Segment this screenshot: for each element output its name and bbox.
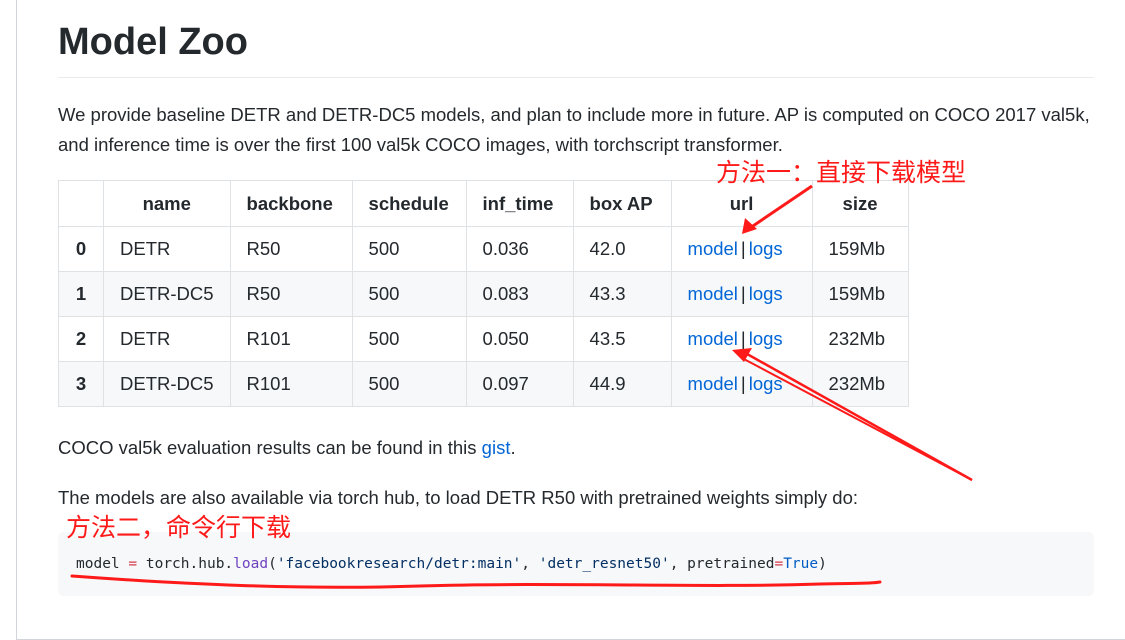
cell-url: model | logs: [670, 316, 813, 362]
link-separator: |: [740, 283, 746, 304]
code-operator: =: [128, 556, 138, 572]
cell-schedule: 500: [351, 271, 467, 317]
code-string-repo: 'facebookresearch/detr:main': [276, 556, 522, 572]
page-title: Model Zoo: [58, 21, 248, 63]
cell-size: 232Mb: [811, 316, 909, 362]
cell-size: 159Mb: [811, 271, 909, 317]
torch-hub-paragraph: The models are also available via torch …: [58, 487, 859, 508]
cell-index: 1: [58, 271, 104, 317]
code-var: model: [76, 556, 120, 572]
eval-text-end: .: [510, 437, 516, 458]
table-row: 3 DETR-DC5 R101 500 0.097 44.9 model | log…: [58, 361, 909, 407]
model-link[interactable]: model: [688, 328, 738, 349]
table-row: 1 DETR-DC5 R50 500 0.083 43.3 model | logs…: [58, 271, 909, 317]
code-bool: True: [783, 556, 819, 572]
table-row: 2 DETR R101 500 0.050 43.5 model | logs 23…: [58, 316, 909, 362]
cell-size: 159Mb: [811, 226, 909, 272]
header-index: [58, 180, 104, 227]
cell-index: 2: [58, 316, 104, 362]
model-link[interactable]: model: [688, 238, 738, 259]
cell-url: model | logs: [670, 361, 813, 407]
table-row: 0 DETR R50 500 0.036 42.0 model | logs 159…: [58, 226, 909, 272]
cell-name: DETR-DC5: [103, 361, 231, 407]
model-table: name backbone schedule inf_time box AP u…: [58, 180, 909, 407]
code-kwarg: pretrained: [687, 556, 775, 572]
code-function: load: [233, 556, 269, 572]
code-string-model: 'detr_resnet50': [538, 556, 670, 572]
cell-size: 232Mb: [811, 361, 909, 407]
code-paren-open: (: [268, 556, 277, 572]
cell-inf-time: 0.036: [465, 226, 574, 272]
cell-box-ap: 43.3: [572, 271, 672, 317]
cell-box-ap: 42.0: [572, 226, 672, 272]
cell-name: DETR: [103, 316, 231, 362]
cell-schedule: 500: [351, 226, 467, 272]
intro-paragraph: We provide baseline DETR and DETR-DC5 mo…: [58, 104, 1090, 155]
cell-backbone: R101: [229, 361, 353, 407]
logs-link[interactable]: logs: [749, 238, 783, 259]
logs-link[interactable]: logs: [749, 283, 783, 304]
cell-inf-time: 0.097: [465, 361, 574, 407]
link-separator: |: [740, 328, 746, 349]
cell-inf-time: 0.050: [465, 316, 574, 362]
header-backbone: backbone: [229, 180, 353, 227]
link-separator: |: [740, 238, 746, 259]
header-box-ap: box AP: [572, 180, 672, 227]
cell-url: model | logs: [670, 271, 813, 317]
eval-paragraph: COCO val5k evaluation results can be fou…: [58, 434, 516, 462]
annotation-method-one: 方法一：直接下载模型: [716, 158, 967, 187]
cell-backbone: R101: [229, 316, 353, 362]
link-separator: |: [740, 373, 746, 394]
gist-link[interactable]: gist: [482, 437, 511, 458]
code-comma: ,: [521, 556, 539, 572]
cell-name: DETR: [103, 226, 231, 272]
cell-index: 3: [58, 361, 104, 407]
logs-link[interactable]: logs: [749, 328, 783, 349]
title-divider: [58, 77, 1094, 78]
cell-name: DETR-DC5: [103, 271, 231, 317]
cell-schedule: 500: [351, 316, 467, 362]
code-comma: ,: [669, 556, 688, 572]
cell-box-ap: 44.9: [572, 361, 672, 407]
cell-schedule: 500: [351, 361, 467, 407]
cell-backbone: R50: [229, 226, 353, 272]
model-link[interactable]: model: [688, 373, 738, 394]
logs-link[interactable]: logs: [749, 373, 783, 394]
eval-text: COCO val5k evaluation results can be fou…: [58, 437, 482, 458]
code-object: torch.hub.: [145, 556, 234, 572]
model-link[interactable]: model: [688, 283, 738, 304]
header-inf-time: inf_time: [465, 180, 574, 227]
cell-backbone: R50: [229, 271, 353, 317]
cell-index: 0: [58, 226, 104, 272]
header-name: name: [103, 180, 231, 227]
header-schedule: schedule: [351, 180, 467, 227]
code-paren-close: ): [818, 556, 827, 572]
annotation-method-two: 方法二，命令行下载: [66, 513, 292, 542]
cell-box-ap: 43.5: [572, 316, 672, 362]
code-kwarg-equals: =: [774, 556, 784, 572]
cell-inf-time: 0.083: [465, 271, 574, 317]
cell-url: model | logs: [670, 226, 813, 272]
